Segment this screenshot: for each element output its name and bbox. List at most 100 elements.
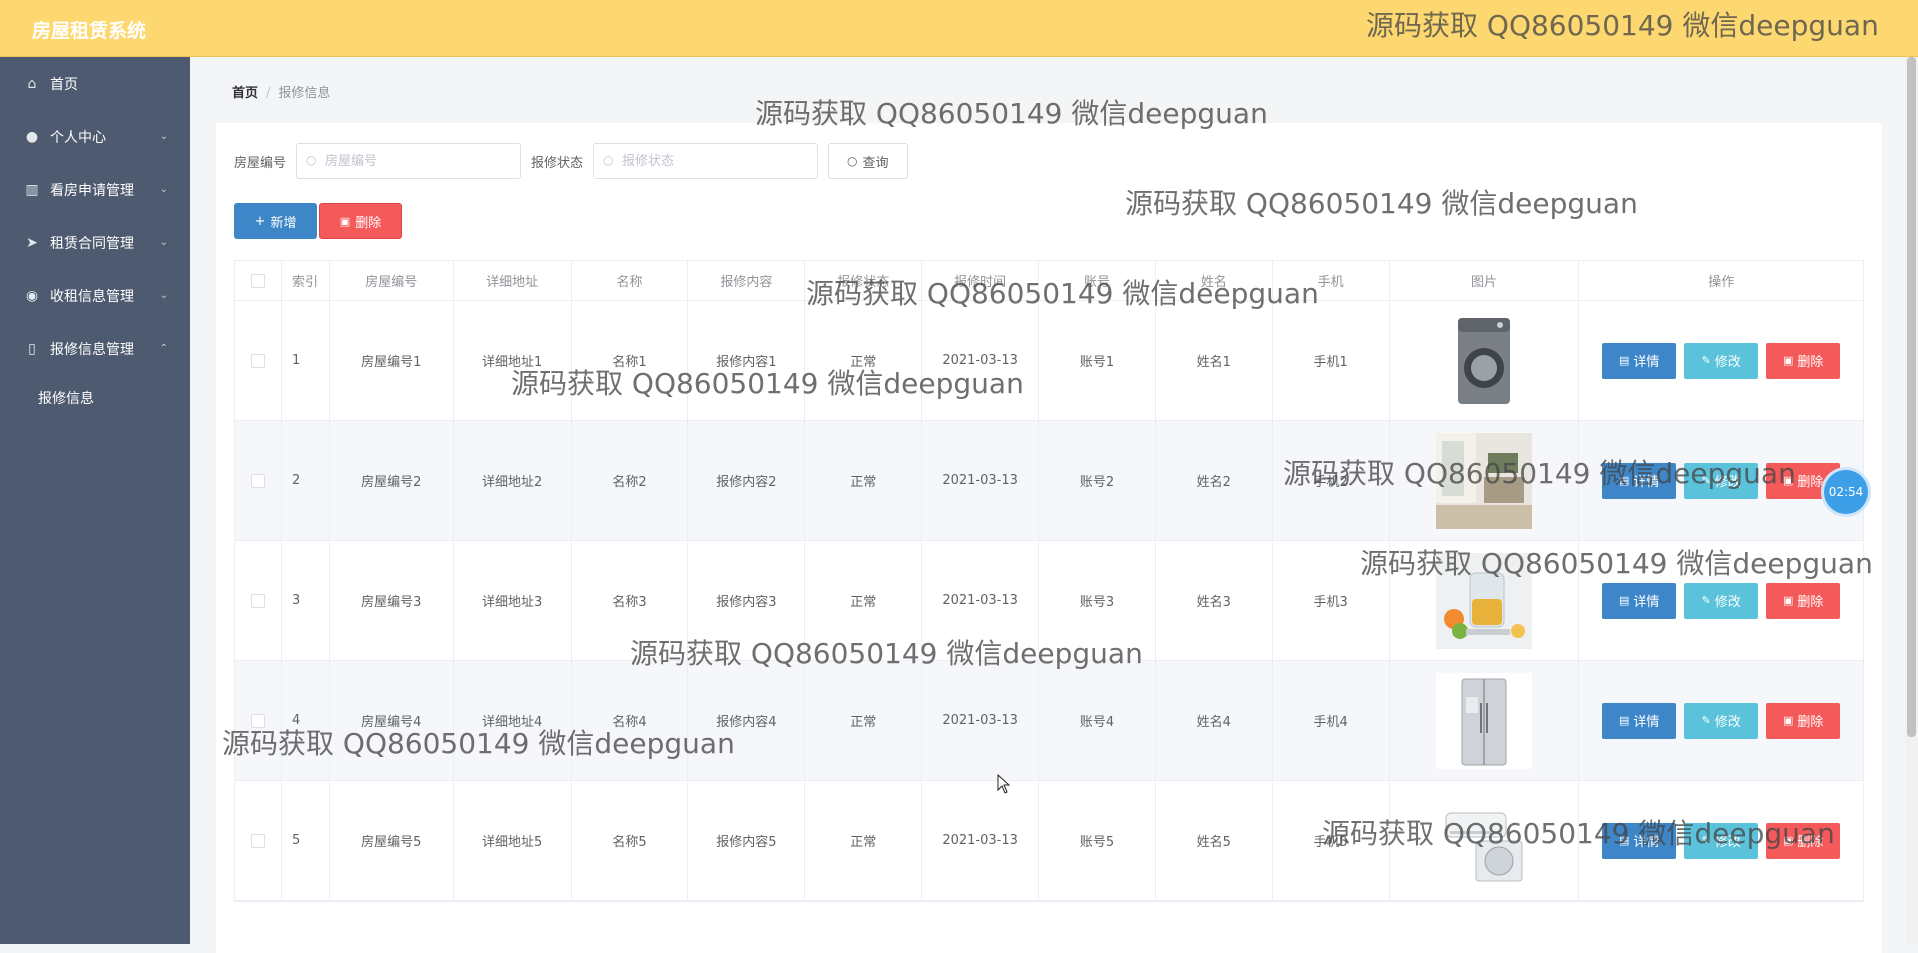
header-phone: 手机	[1273, 261, 1390, 300]
index-cell: 3	[282, 541, 330, 660]
sidebar-item-lease-contracts[interactable]: ➤ 租赁合同管理 ⌄	[0, 216, 190, 269]
detail-button[interactable]: ▤ 详情	[1602, 702, 1677, 739]
index-cell: 2	[282, 421, 330, 540]
delete-button[interactable]: ▣ 删除	[1766, 342, 1841, 379]
account-cell: 账号1	[1039, 301, 1156, 420]
sidebar-item-repair-management[interactable]: ▯ 报修信息管理 ⌃	[0, 322, 190, 375]
delete-button[interactable]: ▣ 删除	[1766, 702, 1841, 739]
repair-status-input[interactable]	[594, 144, 818, 178]
timer-badge[interactable]: 02:54	[1824, 470, 1868, 514]
detail-button-label: 详情	[1633, 355, 1660, 370]
row-select-cell	[235, 301, 282, 420]
building-icon: ▥	[25, 181, 39, 198]
detail-button-label: 详情	[1633, 595, 1660, 610]
detail-button[interactable]: ▤ 详情	[1602, 822, 1677, 859]
header-name: 名称	[572, 261, 689, 300]
row-checkbox[interactable]	[250, 593, 265, 608]
plus-icon: +	[254, 213, 266, 229]
sidebar-item-label: 报修信息管理	[50, 341, 134, 358]
edit-button[interactable]: ✎ 修改	[1684, 822, 1759, 859]
image-cell	[1390, 301, 1580, 420]
table-body: 1 房屋编号1 详细地址1 名称1 报修内容1 正常 2021-03-13 账号1 姓名1 手机1…	[235, 301, 1863, 901]
search-icon: ○	[603, 153, 614, 167]
query-button-label: 查询	[862, 155, 889, 171]
document-icon: ▤	[1618, 474, 1630, 487]
query-button[interactable]: ○ 查询	[828, 143, 908, 179]
table-row: 3 房屋编号3 详细地址3 名称3 报修内容3 正常 2021-03-13 账号3 姓名3 手机3…	[235, 541, 1863, 661]
delete-button[interactable]: ▣ 删除	[1766, 582, 1841, 619]
delete-button-label: 删除	[1797, 835, 1824, 850]
person-name-cell: 姓名3	[1156, 541, 1273, 660]
row-checkbox[interactable]	[250, 473, 265, 488]
select-all-cell	[235, 261, 282, 300]
header-account: 账号	[1039, 261, 1156, 300]
edit-button[interactable]: ✎ 修改	[1684, 582, 1759, 619]
sidebar-item-viewing-applications[interactable]: ▥ 看房申请管理 ⌄	[0, 163, 190, 216]
repair-time-cell: 2021-03-13	[922, 421, 1040, 540]
content-panel: 房屋编号 ○ 报修状态 ○ ○ 查询 + 新增 ▣ 删除	[216, 123, 1882, 953]
page-scrollbar[interactable]	[1905, 57, 1918, 944]
header-repair-status: 报修状态	[805, 261, 923, 300]
sidebar-item-personal-center[interactable]: ● 个人中心 ⌄	[0, 110, 190, 163]
delete-button-label: 删除	[1797, 355, 1824, 370]
account-cell: 账号2	[1039, 421, 1156, 540]
trash-icon: ▣	[1782, 714, 1794, 727]
house-number-cell: 房屋编号5	[330, 781, 454, 900]
edit-button[interactable]: ✎ 修改	[1684, 462, 1759, 499]
header-operations: 操作	[1708, 275, 1735, 290]
select-all-checkbox[interactable]	[250, 273, 265, 288]
phone-cell: 手机4	[1273, 661, 1390, 780]
repair-content-cell: 报修内容3	[688, 541, 806, 660]
name-cell: 名称4	[572, 661, 689, 780]
address-cell: 详细地址2	[454, 421, 572, 540]
batch-delete-button[interactable]: ▣ 删除	[319, 203, 402, 239]
mouse-cursor-icon	[997, 774, 1011, 794]
phone-cell: 手机2	[1273, 421, 1390, 540]
account-cell: 账号4	[1039, 661, 1156, 780]
sidebar-item-label: 收租信息管理	[50, 288, 134, 305]
user-icon: ●	[25, 128, 39, 145]
chevron-down-icon: ⌄	[159, 237, 168, 248]
sidebar-item-label: 个人中心	[50, 129, 106, 146]
house-number-input[interactable]	[297, 144, 521, 178]
detail-button[interactable]: ▤ 详情	[1602, 342, 1677, 379]
phone-icon: ▯	[28, 340, 36, 357]
repair-status-cell: 正常	[805, 301, 923, 420]
phone-cell: 手机3	[1273, 541, 1390, 660]
house-number-cell: 房屋编号1	[330, 301, 454, 420]
detail-button[interactable]: ▤ 详情	[1602, 582, 1677, 619]
house-number-cell: 房屋编号4	[330, 661, 454, 780]
add-button[interactable]: + 新增	[234, 203, 317, 239]
address-cell: 详细地址4	[454, 661, 572, 780]
delete-button[interactable]: ▣ 删除	[1766, 822, 1841, 859]
account-cell: 账号5	[1039, 781, 1156, 900]
table-row: 4 房屋编号4 详细地址4 名称4 报修内容4 正常 2021-03-13 账号4 姓名4 手机4…	[235, 661, 1863, 781]
detail-button[interactable]: ▤ 详情	[1602, 462, 1677, 499]
row-checkbox[interactable]	[250, 353, 265, 368]
edit-button[interactable]: ✎ 修改	[1684, 702, 1759, 739]
row-checkbox[interactable]	[250, 713, 265, 728]
edit-button[interactable]: ✎ 修改	[1684, 342, 1759, 379]
top-bar: 房屋租赁系统	[0, 0, 1918, 57]
sidebar-item-home[interactable]: ⌂ 首页	[0, 57, 190, 110]
kettle-thumbnail	[1435, 552, 1532, 649]
repair-content-cell: 报修内容1	[688, 301, 806, 420]
repair-time-cell: 2021-03-13	[922, 781, 1040, 900]
address-cell: 详细地址1	[454, 301, 572, 420]
row-checkbox[interactable]	[250, 833, 265, 848]
person-name-cell: 姓名5	[1156, 781, 1273, 900]
header-house-number: 房屋编号	[330, 261, 454, 300]
repair-time-cell: 2021-03-13	[922, 661, 1040, 780]
repair-content-cell: 报修内容5	[688, 781, 806, 900]
repair-status-cell: 正常	[805, 781, 923, 900]
scrollbar-thumb[interactable]	[1907, 57, 1916, 737]
image-cell	[1390, 541, 1580, 660]
trash-icon: ▣	[1782, 354, 1794, 367]
add-button-label: 新增	[270, 215, 297, 231]
sidebar-subitem-repair-info[interactable]: 报修信息	[0, 375, 190, 420]
sidebar-item-rent-collection[interactable]: ◉ 收租信息管理 ⌄	[0, 269, 190, 322]
image-cell	[1390, 661, 1580, 780]
breadcrumb-home[interactable]: 首页	[232, 86, 258, 101]
document-icon: ▤	[1618, 834, 1630, 847]
header-repair-time: 报修时间	[922, 261, 1040, 300]
